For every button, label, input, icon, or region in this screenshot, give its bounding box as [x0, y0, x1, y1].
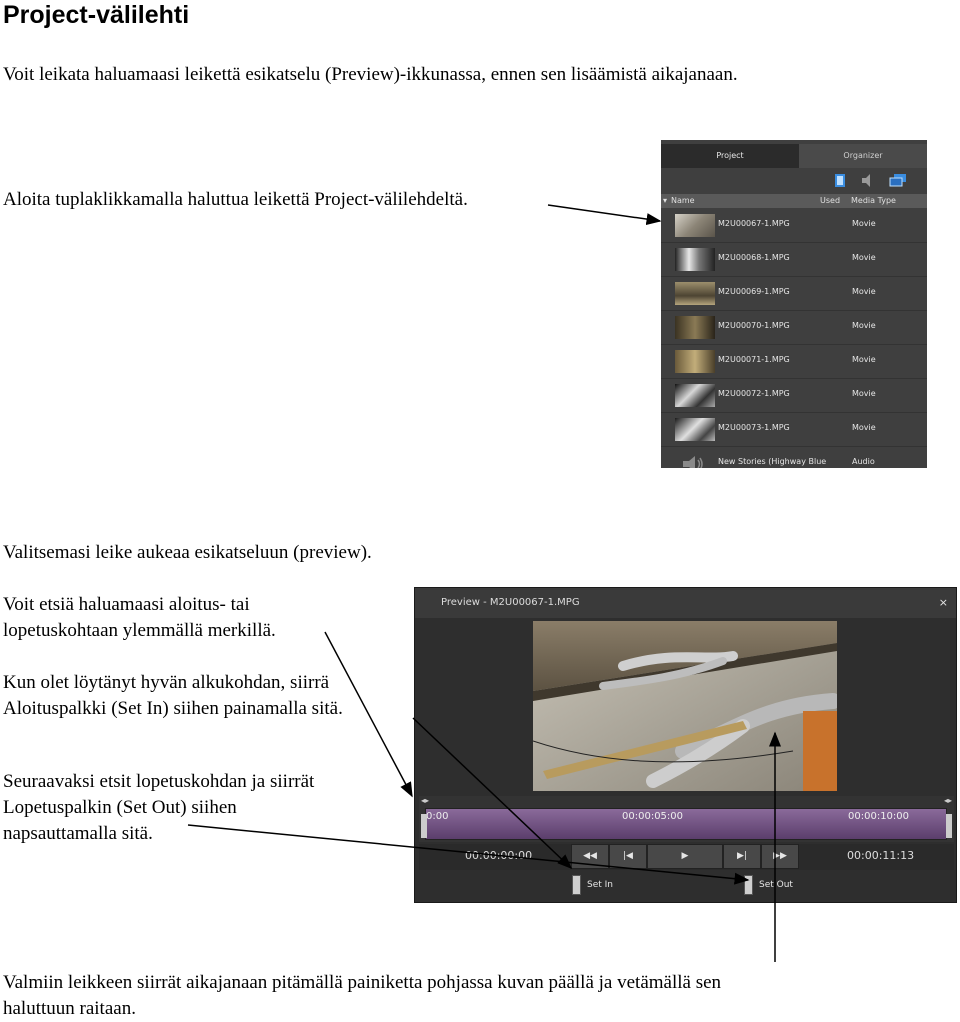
clip-thumbnail — [675, 384, 715, 407]
video-frame[interactable] — [533, 621, 837, 791]
paragraph-step2: Valitsemasi leike aukeaa esikatseluun (p… — [3, 542, 372, 563]
column-used[interactable]: Used — [820, 194, 840, 208]
clip-name: New Stories (Highway Blue — [718, 457, 827, 466]
clip-timeline[interactable]: 0:00 00:00:05:00 00:00:10:00 — [425, 808, 947, 840]
clip-name: M2U00068-1.MPG — [718, 253, 790, 262]
paragraph-intro: Voit leikata haluamaasi leikettä esikats… — [3, 64, 738, 85]
column-media-type[interactable]: Media Type — [851, 194, 896, 208]
rewind-button[interactable]: ◀◀ — [571, 844, 609, 869]
clip-name: M2U00067-1.MPG — [718, 219, 790, 228]
paragraph-step3a: Voit etsiä haluamaasi aloitus- tai — [3, 594, 250, 615]
preview-panel: Preview - M2U00067-1.MPG × ◂▸ ◂▸ 0:00 00… — [414, 587, 957, 903]
monitors-icon[interactable] — [889, 174, 907, 187]
project-row[interactable]: M2U00070-1.MPG Movie — [661, 311, 927, 345]
project-row[interactable]: M2U00069-1.MPG Movie — [661, 277, 927, 311]
clip-name: M2U00069-1.MPG — [718, 287, 790, 296]
clip-thumbnail — [675, 350, 715, 373]
step-back-button[interactable]: |◀ — [609, 844, 647, 869]
clip-thumbnail — [675, 316, 715, 339]
sort-arrow-icon[interactable]: ▾ — [663, 194, 667, 208]
ruler-label-mid: 00:00:05:00 — [622, 811, 684, 822]
clip-name: M2U00070-1.MPG — [718, 321, 790, 330]
project-row[interactable]: M2U00071-1.MPG Movie — [661, 345, 927, 379]
play-button[interactable]: ▶ — [647, 844, 723, 869]
clip-type: Audio — [852, 457, 875, 466]
clip-type: Movie — [852, 423, 876, 432]
paragraph-step5a: Seuraavaksi etsit lopetuskohdan ja siirr… — [3, 771, 315, 792]
step-forward-button[interactable]: ▶| — [723, 844, 761, 869]
tab-project[interactable]: Project — [661, 144, 799, 168]
timeline-area: ◂▸ ◂▸ 0:00 00:00:05:00 00:00:10:00 — [419, 796, 954, 842]
paragraph-step4b: Aloituspalkki (Set In) siihen painamalla… — [3, 698, 343, 719]
clip-thumbnail — [675, 214, 715, 237]
paragraph-step5c: napsauttamalla sitä. — [3, 823, 153, 844]
clip-name: M2U00071-1.MPG — [718, 355, 790, 364]
clip-type: Movie — [852, 355, 876, 364]
playback-controls: 00:00:00:00 ◀◀ |◀ ▶ ▶| ▶▶ 00:00:11:13 — [419, 844, 954, 870]
fast-forward-button[interactable]: ▶▶ — [761, 844, 799, 869]
project-panel: Project Organizer ▾ Name Used Media Type… — [661, 140, 927, 468]
project-column-header: ▾ Name Used Media Type — [661, 194, 927, 208]
project-row[interactable]: M2U00072-1.MPG Movie — [661, 379, 927, 413]
clip-thumbnail — [675, 418, 715, 441]
current-timecode[interactable]: 00:00:00:00 — [465, 849, 532, 862]
set-in-out-row: Set In Set Out — [419, 871, 954, 901]
paragraph-final-a: Valmiin leikkeen siirrät aikajanaan pitä… — [3, 972, 722, 993]
film-icon[interactable] — [834, 174, 846, 187]
project-row[interactable]: M2U00067-1.MPG Movie — [661, 209, 927, 243]
speaker-icon[interactable] — [861, 174, 873, 187]
clip-thumbnail — [675, 282, 715, 305]
paragraph-step5b: Lopetuspalkin (Set Out) siihen — [3, 797, 237, 818]
clip-name: M2U00073-1.MPG — [718, 423, 790, 432]
paragraph-final-b: haluttuun raitaan. — [3, 998, 136, 1019]
clip-name: M2U00072-1.MPG — [718, 389, 790, 398]
in-point-handle[interactable] — [421, 814, 427, 838]
set-in-label[interactable]: Set In — [587, 880, 613, 890]
duration-timecode: 00:00:11:13 — [847, 849, 915, 862]
ruler-label-end: 00:00:10:00 — [848, 811, 910, 822]
project-row[interactable]: M2U00068-1.MPG Movie — [661, 243, 927, 277]
close-icon[interactable]: × — [939, 588, 948, 618]
paragraph-step1: Aloita tuplaklikkamalla haluttua leikett… — [3, 189, 468, 210]
set-out-label[interactable]: Set Out — [759, 880, 793, 890]
project-row[interactable]: M2U00073-1.MPG Movie — [661, 413, 927, 447]
paragraph-step3b: lopetuskohtaan ylemmällä merkillä. — [3, 620, 276, 641]
zoom-left-icon[interactable]: ◂▸ — [421, 796, 429, 805]
column-name[interactable]: Name — [671, 194, 695, 208]
out-point-handle[interactable] — [946, 814, 952, 838]
preview-title: Preview - M2U00067-1.MPG — [441, 597, 580, 608]
page-title: Project-välilehti — [3, 1, 190, 29]
clip-type: Movie — [852, 253, 876, 262]
clip-thumbnail — [675, 248, 715, 271]
paragraph-step4a: Kun olet löytänyt hyvän alkukohdan, siir… — [3, 672, 330, 693]
tab-organizer[interactable]: Organizer — [799, 144, 927, 168]
ruler-label-start: 0:00 — [426, 811, 449, 822]
preview-title-bar: Preview - M2U00067-1.MPG × — [415, 588, 956, 618]
clip-type: Movie — [852, 219, 876, 228]
speaker-icon — [683, 456, 703, 468]
arrow-to-project-clip — [547, 204, 662, 226]
clip-type: Movie — [852, 321, 876, 330]
zoom-right-icon[interactable]: ◂▸ — [944, 796, 952, 805]
clip-type: Movie — [852, 287, 876, 296]
set-out-marker-icon[interactable] — [744, 875, 753, 895]
set-in-marker-icon[interactable] — [572, 875, 581, 895]
clip-type: Movie — [852, 389, 876, 398]
project-row[interactable]: New Stories (Highway Blue Audio — [661, 447, 927, 468]
